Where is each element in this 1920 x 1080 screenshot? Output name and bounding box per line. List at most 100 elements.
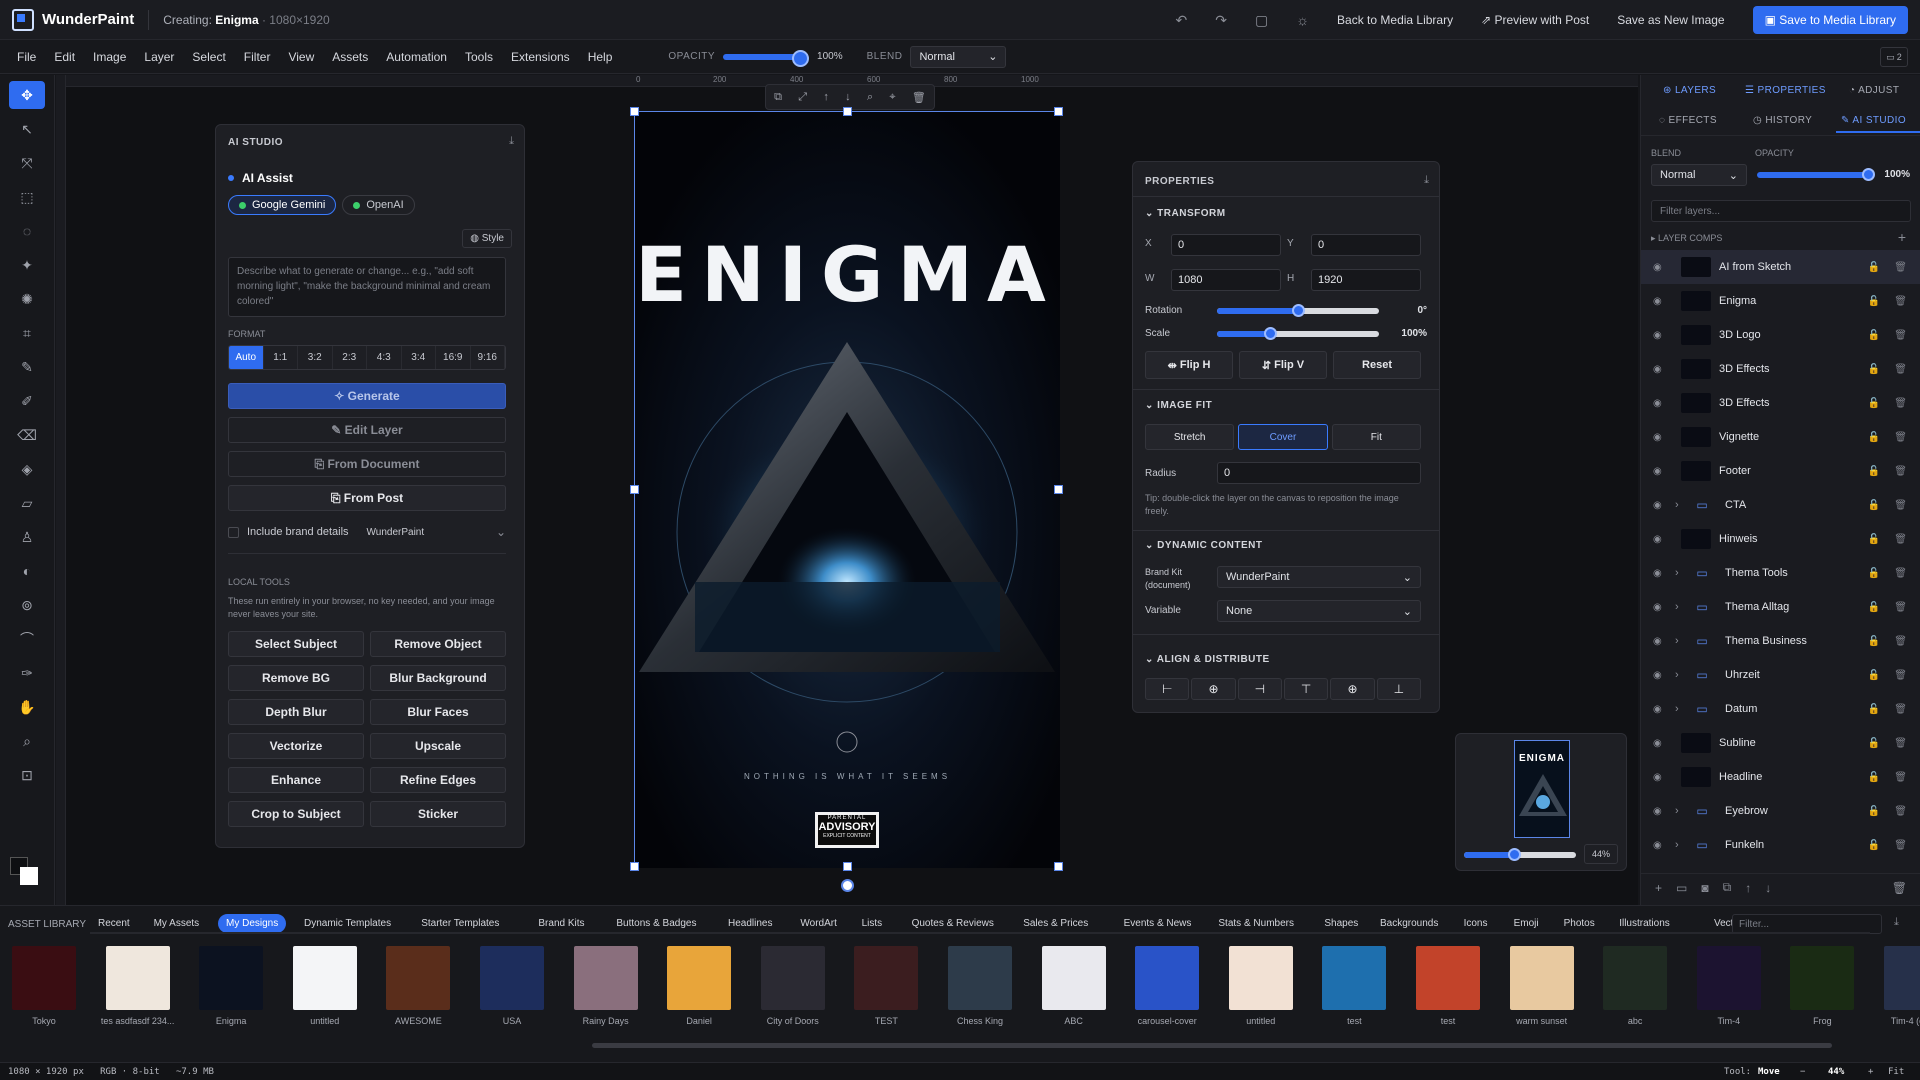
layer-row[interactable]: ◉ › ▭ Datum 🔓 🗑 (1641, 692, 1920, 726)
zoom-icon[interactable]: ⌕ (867, 91, 873, 104)
asset-item[interactable]: City of Doors (753, 946, 833, 1028)
menu-tools[interactable]: Tools (465, 50, 493, 64)
align-right-icon[interactable]: ⊣ (1237, 678, 1282, 700)
rotate-handle[interactable] (841, 879, 854, 892)
asset-item[interactable]: warm sunset (1502, 946, 1582, 1028)
flip-h-button[interactable]: ⇹ Flip H (1145, 351, 1233, 379)
eyedropper-icon[interactable]: ✎ (9, 353, 45, 381)
lock-icon[interactable]: 🔓 (1868, 364, 1880, 375)
trash-icon[interactable]: 🗑 (1894, 466, 1907, 477)
visibility-eye-icon[interactable]: ◉ (1653, 636, 1667, 647)
lock-icon[interactable]: 🔓 (1868, 636, 1880, 647)
radius-field[interactable]: 0 (1217, 462, 1421, 484)
asset-tab[interactable]: Events & News (1116, 914, 1200, 933)
tab-effects[interactable]: ◌ EFFECTS (1659, 115, 1717, 126)
lock-icon[interactable]: 🔓 (1868, 806, 1880, 817)
asset-item[interactable]: Chess King (940, 946, 1020, 1028)
trash-icon[interactable]: 🗑 (912, 91, 926, 104)
generate-button[interactable]: ✧ Generate (228, 383, 506, 409)
resize-handle[interactable] (843, 107, 852, 116)
asset-item[interactable]: Tokyo (4, 946, 84, 1028)
asset-tab[interactable]: Recent (90, 914, 138, 933)
format-auto[interactable]: Auto (229, 346, 264, 369)
lock-icon[interactable]: 🔓 (1868, 398, 1880, 409)
zoom-knob[interactable] (1508, 848, 1522, 861)
align-left-icon[interactable]: ⊢ (1145, 678, 1190, 700)
asset-item[interactable]: untitled (1221, 946, 1301, 1028)
lock-icon[interactable]: 🔓 (1868, 466, 1880, 477)
align-bottom-icon[interactable]: ⊥ (1376, 678, 1421, 700)
tab-ai-studio[interactable]: ✎ AI STUDIO (1841, 115, 1906, 126)
asset-tab[interactable]: Photos (1556, 914, 1603, 933)
expand-chevron-icon[interactable]: › (1675, 805, 1681, 817)
collapse-icon[interactable]: ⤓ (1424, 174, 1429, 187)
expand-chevron-icon[interactable]: › (1675, 601, 1681, 613)
format-3-4[interactable]: 3:4 (402, 346, 436, 369)
reset-button[interactable]: Reset (1333, 351, 1421, 379)
from-document-button[interactable]: ⎘ From Document (228, 451, 506, 477)
zoom-in-icon[interactable]: + (1868, 1067, 1873, 1077)
asset-tab[interactable]: My Assets (146, 914, 208, 933)
asset-tab[interactable]: Brand Kits (530, 914, 592, 933)
resize-handle[interactable] (1054, 107, 1063, 116)
color-swatches[interactable] (10, 857, 40, 887)
asset-tab[interactable]: My Designs (218, 914, 287, 933)
pointer-tool-icon[interactable]: ↖ (9, 115, 45, 143)
asset-item[interactable]: Daniel (659, 946, 739, 1028)
sticker-button[interactable]: Sticker (370, 801, 506, 827)
enhance-button[interactable]: Enhance (228, 767, 364, 793)
vectorize-button[interactable]: Vectorize (228, 733, 364, 759)
trash-icon[interactable]: 🗑 (1894, 534, 1907, 545)
rotation-slider[interactable] (1217, 304, 1379, 317)
save-as-new-image-button[interactable]: Save as New Image (1617, 13, 1724, 27)
trash-icon[interactable]: 🗑 (1894, 500, 1907, 511)
blend-select[interactable]: Normal ⌄ (910, 45, 1007, 68)
width-field[interactable]: 1080 (1171, 269, 1281, 291)
asset-item[interactable]: test (1314, 946, 1394, 1028)
trash-icon[interactable]: 🗑 (1894, 432, 1907, 443)
y-field[interactable]: 0 (1311, 234, 1421, 256)
trash-icon[interactable]: 🗑 (1894, 670, 1907, 681)
asset-tab[interactable]: Lists (854, 914, 891, 933)
zoom-tool-icon[interactable]: ⌕ (9, 727, 45, 755)
asset-item[interactable]: test (1408, 946, 1488, 1028)
transform-tool-icon[interactable]: ⤧ (9, 149, 45, 177)
eraser-tool-icon[interactable]: ⌫ (9, 421, 45, 449)
resize-handle[interactable] (630, 485, 639, 494)
blur-background-button[interactable]: Blur Background (370, 665, 506, 691)
hand-tool-icon[interactable]: ✋ (9, 693, 45, 721)
select-subject-button[interactable]: Select Subject (228, 631, 364, 657)
asset-item[interactable]: tes asdfasdf 234... (98, 946, 178, 1028)
asset-item[interactable]: abc (1595, 946, 1675, 1028)
asset-tab[interactable]: Sales & Prices (1015, 914, 1096, 933)
asset-tab[interactable]: Emoji (1506, 914, 1547, 933)
trash-icon[interactable]: 🗑 (1894, 330, 1907, 341)
layer-row[interactable]: ◉ Enigma 🔓 🗑 (1641, 284, 1920, 318)
format-3-2[interactable]: 3:2 (298, 346, 333, 369)
menu-select[interactable]: Select (192, 50, 225, 64)
lock-icon[interactable]: 🔓 (1868, 534, 1880, 545)
panels-toggle[interactable]: ▭ 2 (1880, 47, 1908, 67)
asset-tab[interactable]: Shapes (1316, 914, 1366, 933)
fit-button[interactable]: Fit (1888, 1067, 1904, 1077)
theme-sun-icon[interactable]: ☼ (1296, 12, 1309, 28)
scale-knob[interactable] (1264, 327, 1278, 340)
layer-row[interactable]: ◉ › ▭ Thema Tools 🔓 🗑 (1641, 556, 1920, 590)
menu-filter[interactable]: Filter (244, 50, 271, 64)
align-center-h-icon[interactable]: ⊕ (1191, 678, 1236, 700)
menu-extensions[interactable]: Extensions (511, 50, 570, 64)
trash-icon[interactable]: 🗑 (1894, 840, 1907, 851)
arrow-up-icon[interactable]: ↑ (823, 91, 829, 103)
lock-icon[interactable]: 🔓 (1868, 840, 1880, 851)
lock-icon[interactable]: 🔓 (1868, 432, 1880, 443)
visibility-eye-icon[interactable]: ◉ (1653, 568, 1667, 579)
add-comp-icon[interactable]: + (1898, 229, 1906, 245)
refine-edges-button[interactable]: Refine Edges (370, 767, 506, 793)
menu-help[interactable]: Help (588, 50, 613, 64)
tab-properties[interactable]: ☰ PROPERTIES (1745, 85, 1826, 96)
lock-icon[interactable]: 🔓 (1868, 568, 1880, 579)
add-layer-icon[interactable]: + (1655, 881, 1662, 895)
asset-item[interactable]: Frog (1782, 946, 1862, 1028)
expand-chevron-icon[interactable]: › (1675, 635, 1681, 647)
lock-icon[interactable]: 🔓 (1868, 704, 1880, 715)
